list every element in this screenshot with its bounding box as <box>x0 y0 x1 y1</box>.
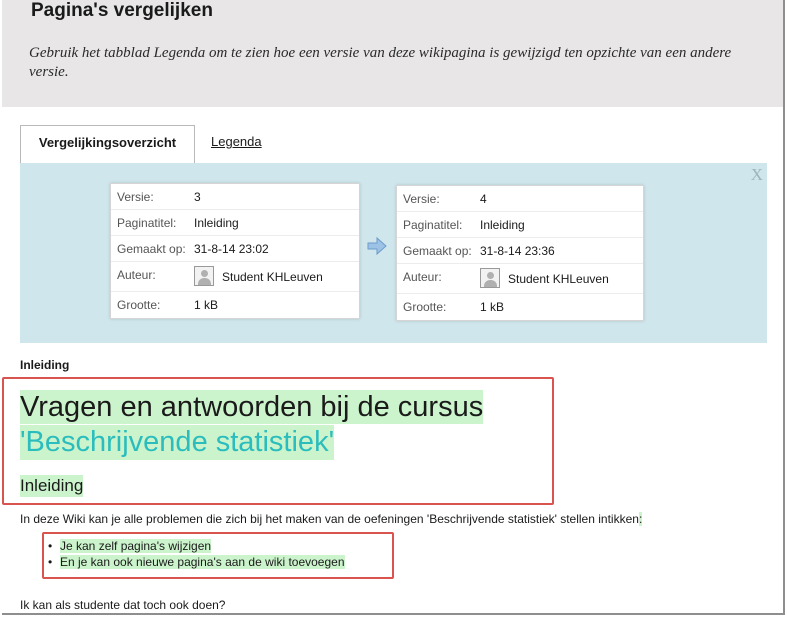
version-value: 3 <box>194 190 201 204</box>
page-title-row: Paginatitel: Inleiding <box>111 210 359 236</box>
avatar-icon <box>194 266 214 286</box>
tab-legend[interactable]: Legenda <box>211 125 291 159</box>
avatar-icon <box>480 268 500 288</box>
page-title-label: Paginatitel: <box>117 216 177 230</box>
author-row: Auteur: Student KHLeuven <box>111 262 359 292</box>
close-icon[interactable]: X <box>751 165 763 185</box>
author-name[interactable]: Student KHLeuven <box>508 266 609 292</box>
created-value: 31-8-14 23:02 <box>194 242 269 256</box>
list-item-text: Je kan zelf pagina's wijzigen <box>60 539 212 553</box>
wiki-paragraph-text: In deze Wiki kan je alle problemen die z… <box>20 512 639 526</box>
size-value: 1 kB <box>194 298 219 312</box>
arrow-right-icon <box>367 236 387 256</box>
bullet-list: • Je kan zelf pagina's wijzigen • En je … <box>48 538 345 570</box>
size-label: Grootte: <box>117 298 161 312</box>
list-item: • En je kan ook nieuwe pagina's aan de w… <box>48 554 345 570</box>
page-description: Gebruik het tabblad Legenda om te zien h… <box>29 45 732 80</box>
page-title-row: Paginatitel: Inleiding <box>397 212 643 238</box>
page-header: Pagina's vergelijken Gebruik het tabblad… <box>2 0 783 107</box>
version-card-old: Versie: 3 Paginatitel: Inleiding Gemaakt… <box>110 183 360 319</box>
list-item-text: En je kan ook nieuwe pagina's aan de wik… <box>60 555 345 569</box>
size-row: Grootte: 1 kB <box>397 294 643 322</box>
size-value: 1 kB <box>480 300 505 314</box>
author-name[interactable]: Student KHLeuven <box>222 264 323 290</box>
bullet-icon: • <box>48 539 53 553</box>
author-row: Auteur: Student KHLeuven <box>397 264 643 294</box>
version-label: Versie: <box>117 190 154 204</box>
bullet-icon: • <box>48 555 53 569</box>
author-label: Auteur: <box>403 270 442 284</box>
page-frame: Pagina's vergelijken Gebruik het tabblad… <box>2 0 785 615</box>
tab-comparison-overview[interactable]: Vergelijkingsoverzicht <box>20 125 195 163</box>
created-label: Gemaakt op: <box>403 244 472 258</box>
version-row: Versie: 3 <box>111 184 359 210</box>
added-text: : <box>638 512 643 526</box>
size-label: Grootte: <box>403 300 447 314</box>
created-value: 31-8-14 23:36 <box>480 244 555 258</box>
author-label: Auteur: <box>117 268 156 282</box>
comparison-panel: X Versie: 3 Paginatitel: Inleiding Gemaa… <box>20 163 767 343</box>
wiki-subheading: Inleiding <box>20 475 84 497</box>
version-value: 4 <box>480 192 487 206</box>
section-title: Inleiding <box>20 358 70 372</box>
page-title-value: Inleiding <box>194 216 239 230</box>
created-label: Gemaakt op: <box>117 242 186 256</box>
created-row: Gemaakt op: 31-8-14 23:02 <box>111 236 359 262</box>
page-title-label: Paginatitel: <box>403 218 463 232</box>
size-row: Grootte: 1 kB <box>111 292 359 320</box>
wiki-paragraph: In deze Wiki kan je alle problemen die z… <box>20 511 643 527</box>
wiki-paragraph-final: Ik kan als studente dat toch ook doen? <box>20 598 226 612</box>
page-title: Pagina's vergelijken <box>31 0 213 21</box>
version-label: Versie: <box>403 192 440 206</box>
page-title-value: Inleiding <box>480 218 525 232</box>
version-row: Versie: 4 <box>397 186 643 212</box>
created-row: Gemaakt op: 31-8-14 23:36 <box>397 238 643 264</box>
version-card-new: Versie: 4 Paginatitel: Inleiding Gemaakt… <box>396 185 644 321</box>
list-item: • Je kan zelf pagina's wijzigen <box>48 538 345 554</box>
wiki-heading-course: 'Beschrijvende statistiek' <box>20 425 335 460</box>
wiki-heading: Vragen en antwoorden bij de cursus <box>20 390 484 424</box>
